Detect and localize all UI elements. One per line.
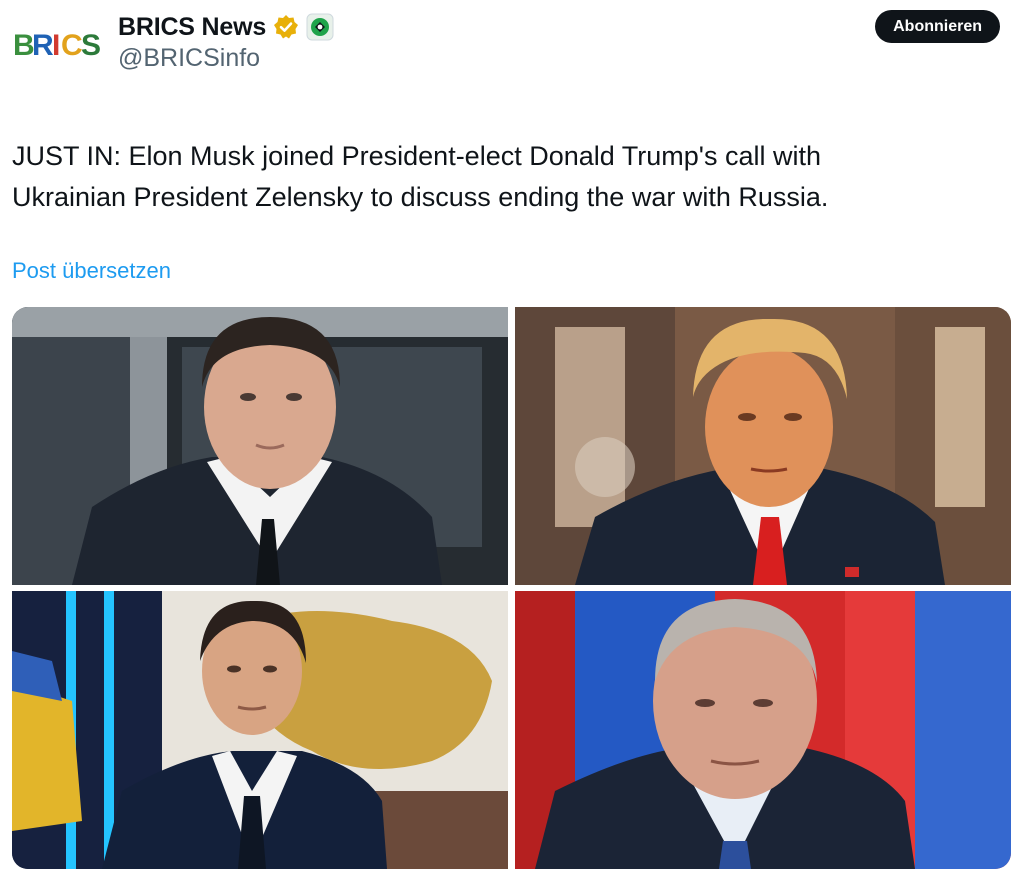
brics-logo-icon: B R I C S	[13, 29, 101, 62]
tweet-text: JUST IN: Elon Musk joined President-elec…	[12, 141, 829, 212]
photo-donald-trump[interactable]	[515, 307, 1011, 585]
verified-badge-icon[interactable]	[272, 13, 300, 41]
svg-text:C: C	[61, 29, 83, 62]
photo-elon-musk[interactable]	[12, 307, 508, 585]
follow-button[interactable]: Abonnieren	[875, 10, 1000, 43]
author-handle[interactable]: @BRICSinfo	[118, 44, 260, 73]
svg-text:S: S	[81, 29, 101, 62]
author-display-name[interactable]: BRICS News	[118, 13, 266, 42]
translate-post-link[interactable]: Post übersetzen	[12, 258, 171, 284]
author-name-row: BRICS News	[118, 10, 334, 44]
svg-text:I: I	[52, 29, 60, 62]
media-grid	[12, 307, 1011, 869]
svg-text:R: R	[32, 29, 54, 62]
photo-vladimir-putin[interactable]	[515, 591, 1011, 869]
affiliate-badge-icon[interactable]	[306, 13, 334, 41]
photo-volodymyr-zelensky[interactable]	[12, 591, 508, 869]
avatar[interactable]: B R I C S	[10, 20, 102, 66]
